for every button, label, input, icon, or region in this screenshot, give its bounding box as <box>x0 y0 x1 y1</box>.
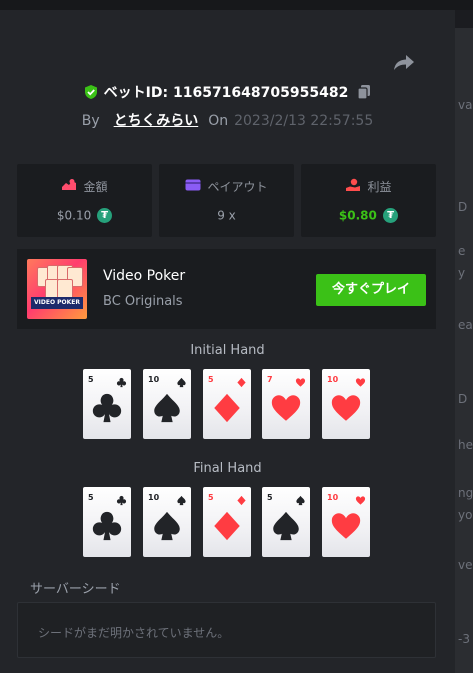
spade-icon <box>176 491 187 510</box>
payout-stat: ペイアウト 9 x <box>159 164 294 237</box>
game-name[interactable]: Video Poker <box>103 268 185 284</box>
background-fragment: he <box>458 438 473 452</box>
playing-card: 5 <box>203 487 251 557</box>
spade-icon <box>176 373 187 392</box>
game-provider: BC Originals <box>103 294 183 309</box>
spade-icon <box>295 491 306 510</box>
diamond-icon <box>236 491 247 510</box>
heart-icon <box>269 391 303 429</box>
thumbnail-title: VIDEO POKER <box>31 297 83 309</box>
amount-stat: 金額 $0.10 ₮ <box>17 164 152 237</box>
club-icon <box>90 509 124 547</box>
amount-label: 金額 <box>83 180 108 194</box>
card-rank: 10 <box>327 375 339 384</box>
card-rank: 10 <box>148 493 160 502</box>
heart-icon <box>329 509 363 547</box>
background-page-strip: va D e y ea D he ng yo ve -3 <box>455 28 473 673</box>
profit-stat: 利益 $0.80 ₮ <box>301 164 436 237</box>
initial-hand-title: Initial Hand <box>190 343 265 358</box>
background-fragment: ng <box>458 486 473 500</box>
playing-card: 7 <box>262 369 310 439</box>
profit-hand-icon <box>345 178 361 195</box>
playing-card: 5 <box>262 487 310 557</box>
bet-id-line: ベットID: 116571648705955482 <box>0 82 455 102</box>
background-fragment: y <box>458 266 466 280</box>
heart-icon <box>295 373 306 392</box>
bet-author-line: By とちくみらい On 2023/2/13 22:57:55 <box>0 110 455 130</box>
background-fragment: -3 <box>458 632 470 646</box>
club-icon <box>116 373 127 392</box>
card-rank: 7 <box>267 375 273 384</box>
card-rank: 5 <box>208 375 214 384</box>
payout-label: ペイアウト <box>207 180 268 194</box>
profit-label: 利益 <box>367 180 392 194</box>
heart-icon <box>355 373 366 392</box>
profit-value: $0.80 <box>338 208 377 223</box>
card-rank: 5 <box>208 493 214 502</box>
playing-card: 5 <box>203 369 251 439</box>
diamond-icon <box>210 391 244 429</box>
payout-card-icon <box>185 179 201 194</box>
username-link[interactable]: とちくみらい <box>114 113 199 129</box>
playing-card: 10 <box>143 369 191 439</box>
server-seed-label: サーバーシード <box>30 582 121 597</box>
club-icon <box>116 491 127 510</box>
top-bar <box>0 0 473 10</box>
card-rank: 5 <box>267 493 273 502</box>
share-icon[interactable] <box>393 52 415 72</box>
background-fragment: D <box>458 200 468 214</box>
card-rank: 10 <box>148 375 160 384</box>
heart-icon <box>329 391 363 429</box>
card-rank: 5 <box>88 375 94 384</box>
bet-amount-icon <box>61 178 77 195</box>
tether-icon: ₮ <box>383 208 399 223</box>
spade-icon <box>150 509 184 547</box>
background-fragment: ve <box>458 558 473 572</box>
tether-icon: ₮ <box>97 208 113 223</box>
spade-icon <box>150 391 184 429</box>
video-poker-thumbnail[interactable]: VIDEO POKER <box>27 259 87 319</box>
heart-icon <box>355 491 366 510</box>
bet-id: ベットID: 116571648705955482 <box>103 85 349 101</box>
background-fragment: va <box>458 98 473 112</box>
game-info-card: VIDEO POKER Video Poker BC Originals 今すぐ… <box>17 249 436 329</box>
background-fragment: D <box>458 392 468 406</box>
background-fragment: e <box>458 244 466 258</box>
playing-card: 10 <box>322 369 370 439</box>
server-seed-placeholder: シードがまだ明かされていません。 <box>38 626 230 640</box>
background-fragment: yo <box>458 508 473 522</box>
diamond-icon <box>210 509 244 547</box>
play-now-button[interactable]: 今すぐプレイ <box>316 274 426 306</box>
playing-card: 5 <box>83 369 131 439</box>
playing-card: 10 <box>143 487 191 557</box>
club-icon <box>90 391 124 429</box>
background-edge <box>455 10 473 28</box>
spade-icon <box>269 509 303 547</box>
shield-check-icon <box>83 84 99 100</box>
background-fragment: ea <box>458 318 473 332</box>
card-rank: 5 <box>88 493 94 502</box>
card-rank: 10 <box>327 493 339 502</box>
on-label: On <box>208 113 229 129</box>
by-label: By <box>81 113 100 129</box>
copy-icon[interactable] <box>356 84 372 100</box>
server-seed-field[interactable]: シードがまだ明かされていません。 <box>17 602 436 658</box>
diamond-icon <box>236 373 247 392</box>
final-hand-title: Final Hand <box>193 461 262 476</box>
payout-value: 9 x <box>217 208 236 223</box>
amount-value: $0.10 <box>56 208 92 223</box>
playing-card: 10 <box>322 487 370 557</box>
bet-timestamp: 2023/2/13 22:57:55 <box>234 113 374 129</box>
playing-card: 5 <box>83 487 131 557</box>
